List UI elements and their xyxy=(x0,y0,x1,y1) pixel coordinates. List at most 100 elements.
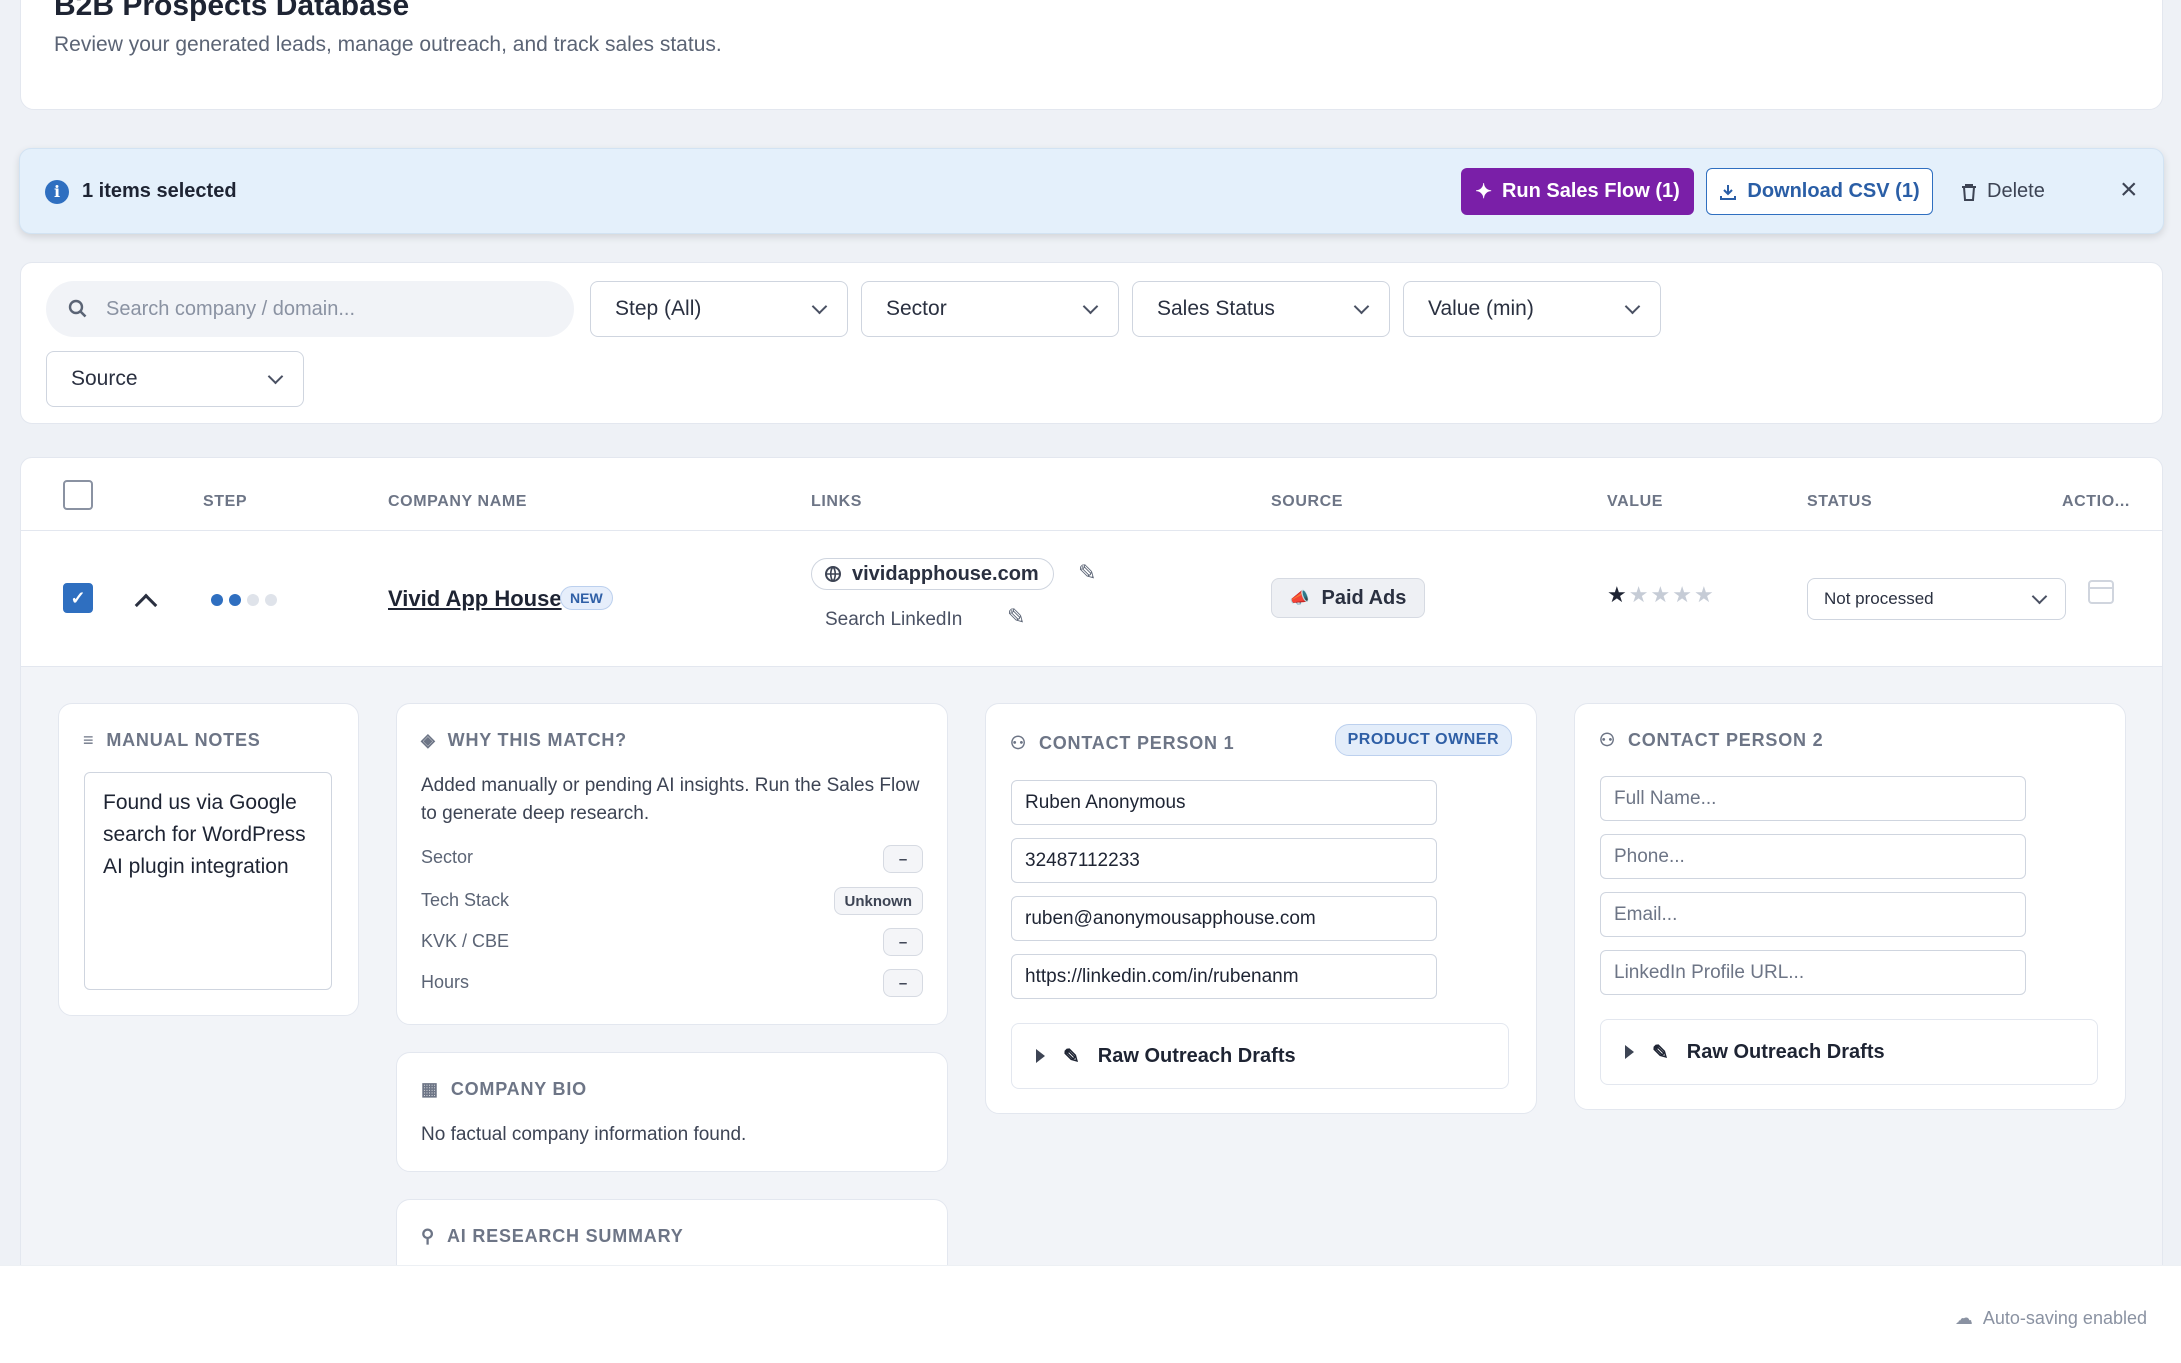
star-icon[interactable]: ★ xyxy=(1629,582,1651,607)
page-subtitle: Review your generated leads, manage outr… xyxy=(54,33,722,56)
step-filter-value: Step (All) xyxy=(615,297,702,320)
star-icon[interactable]: ★ xyxy=(1607,582,1629,607)
run-sales-flow-label: Run Sales Flow (1) xyxy=(1501,180,1680,202)
contact-1-phone-field[interactable] xyxy=(1011,838,1437,883)
star-icon[interactable]: ★ xyxy=(1694,582,1716,607)
search-linkedin-link[interactable]: Search LinkedIn xyxy=(825,609,962,631)
contact-2-email-field[interactable] xyxy=(1600,892,2026,937)
search-icon xyxy=(68,299,87,318)
delete-label: Delete xyxy=(1987,180,2045,202)
kvk-cbe-label: KVK / CBE xyxy=(421,931,510,951)
value-filter[interactable]: Value (min) xyxy=(1403,281,1661,337)
contact-2-drafts-toggle[interactable]: ✎ Raw Outreach Drafts xyxy=(1600,1019,2098,1085)
sector-filter[interactable]: Sector xyxy=(861,281,1119,337)
contact-2-name-field[interactable] xyxy=(1600,776,2026,821)
ai-summary-title-text: AI RESEARCH SUMMARY xyxy=(446,1226,684,1246)
search-input[interactable] xyxy=(106,297,526,321)
download-icon xyxy=(1720,184,1737,200)
sales-status-filter[interactable]: Sales Status xyxy=(1132,281,1390,337)
why-match-text: Added manually or pending AI insights. R… xyxy=(421,775,920,824)
value-rating[interactable]: ★★★★★ xyxy=(1607,582,1716,608)
contact-person-2-panel: ⚇ CONTACT PERSON 2 ✎ Raw Outreach Drafts xyxy=(1574,703,2126,1110)
search-box xyxy=(46,281,574,337)
caret-right-icon xyxy=(1036,1049,1045,1063)
close-icon[interactable]: × xyxy=(2120,173,2138,207)
sparkle-icon: ✦ xyxy=(1475,181,1492,203)
tag-icon: ◈ xyxy=(421,730,436,750)
status-value: Not processed xyxy=(1824,589,1934,608)
contact-1-drafts-label: Raw Outreach Drafts xyxy=(1097,1044,1296,1067)
info-icon: i xyxy=(45,180,69,204)
chevron-down-icon xyxy=(267,368,284,384)
manual-notes-textarea[interactable] xyxy=(84,772,332,990)
company-bio-title: ▦ COMPANY BIO xyxy=(421,1079,587,1100)
sector-filter-value: Sector xyxy=(886,297,947,320)
contact-1-drafts-toggle[interactable]: ✎ Raw Outreach Drafts xyxy=(1011,1023,1509,1089)
why-match-panel: ◈ WHY THIS MATCH? Added manually or pend… xyxy=(396,703,948,1025)
column-header-company[interactable]: COMPANY NAME xyxy=(388,493,527,511)
edit-domain-icon[interactable]: ✎ xyxy=(1078,560,1096,586)
chevron-up-icon[interactable] xyxy=(134,593,158,617)
caret-right-icon xyxy=(1625,1045,1634,1059)
domain-link[interactable]: vividapphouse.com xyxy=(811,558,1054,590)
row-details: ≡ MANUAL NOTES ◈ WHY THIS MATCH? Added m… xyxy=(21,667,2162,1363)
contact-1-linkedin-field[interactable] xyxy=(1011,954,1437,999)
contact-person-1-panel: ⚇ CONTACT PERSON 1 PRODUCT OWNER ✎ Raw O… xyxy=(985,703,1537,1114)
contact-2-linkedin-field[interactable] xyxy=(1600,950,2026,995)
contact-2-phone-field[interactable] xyxy=(1600,834,2026,879)
contact-1-name-field[interactable] xyxy=(1011,780,1437,825)
download-csv-button[interactable]: Download CSV (1) xyxy=(1706,168,1933,215)
step-progress xyxy=(211,594,277,606)
autosave-status: ☁ Auto-saving enabled xyxy=(1955,1308,2147,1329)
select-all-checkbox[interactable] xyxy=(63,480,93,510)
contact-1-email-field[interactable] xyxy=(1011,896,1437,941)
chevron-down-icon xyxy=(1624,298,1641,314)
calendar-icon[interactable] xyxy=(2088,580,2114,604)
step-dot xyxy=(265,594,277,606)
row-checkbox[interactable]: ✓ xyxy=(63,583,93,613)
step-filter[interactable]: Step (All) xyxy=(590,281,848,337)
contact-2-drafts-label: Raw Outreach Drafts xyxy=(1686,1040,1885,1063)
source-text: Paid Ads xyxy=(1321,586,1407,609)
why-match-title: ◈ WHY THIS MATCH? xyxy=(421,730,627,751)
filters-panel: Step (All) Sector Sales Status Value (mi… xyxy=(20,262,2163,424)
user-icon: ⚇ xyxy=(1599,730,1616,750)
star-icon[interactable]: ★ xyxy=(1650,582,1672,607)
column-header-links[interactable]: LINKS xyxy=(811,493,862,511)
research-icon: ⚲ xyxy=(421,1226,435,1246)
run-sales-flow-button[interactable]: ✦ Run Sales Flow (1) xyxy=(1461,168,1694,215)
delete-button[interactable]: Delete xyxy=(1961,168,2081,215)
trash-icon xyxy=(1962,183,1976,201)
autosave-text: Auto-saving enabled xyxy=(1982,1308,2147,1328)
status-select[interactable]: Not processed xyxy=(1807,578,2066,620)
page-header: B2B Prospects Database Review your gener… xyxy=(20,0,2163,110)
globe-icon xyxy=(825,566,841,582)
column-header-step[interactable]: STEP xyxy=(203,493,247,511)
contact-2-title-text: CONTACT PERSON 2 xyxy=(1627,730,1824,750)
tech-stack-value: Unknown xyxy=(833,887,923,915)
step-dot xyxy=(211,594,223,606)
source-filter[interactable]: Source xyxy=(46,351,304,407)
cloud-icon: ☁ xyxy=(1954,1308,1973,1328)
manual-notes-panel: ≡ MANUAL NOTES xyxy=(58,703,359,1016)
source-badge: 📣 Paid Ads xyxy=(1271,578,1425,618)
company-bio-title-text: COMPANY BIO xyxy=(450,1079,587,1099)
column-header-actions[interactable]: ACTIO... xyxy=(2062,493,2130,511)
column-header-source[interactable]: SOURCE xyxy=(1271,493,1343,511)
hours-value: – xyxy=(883,969,923,997)
company-name-link[interactable]: Vivid App House xyxy=(388,586,562,612)
chevron-down-icon xyxy=(1353,298,1370,314)
building-icon: ▦ xyxy=(421,1079,439,1099)
column-header-status[interactable]: STATUS xyxy=(1807,493,1872,511)
source-filter-value: Source xyxy=(71,367,138,390)
column-header-value[interactable]: VALUE xyxy=(1607,493,1663,511)
download-csv-label: Download CSV (1) xyxy=(1747,180,1920,202)
prospects-table: STEP COMPANY NAME LINKS SOURCE VALUE STA… xyxy=(20,457,2163,1363)
edit-linkedin-icon[interactable]: ✎ xyxy=(1007,604,1025,630)
page-title: B2B Prospects Database xyxy=(54,0,410,22)
footer: ☁ Auto-saving enabled xyxy=(0,1265,2181,1363)
tech-stack-label: Tech Stack xyxy=(421,890,510,910)
star-icon[interactable]: ★ xyxy=(1672,582,1694,607)
contact-1-title: ⚇ CONTACT PERSON 1 xyxy=(1010,733,1234,754)
step-dot xyxy=(247,594,259,606)
